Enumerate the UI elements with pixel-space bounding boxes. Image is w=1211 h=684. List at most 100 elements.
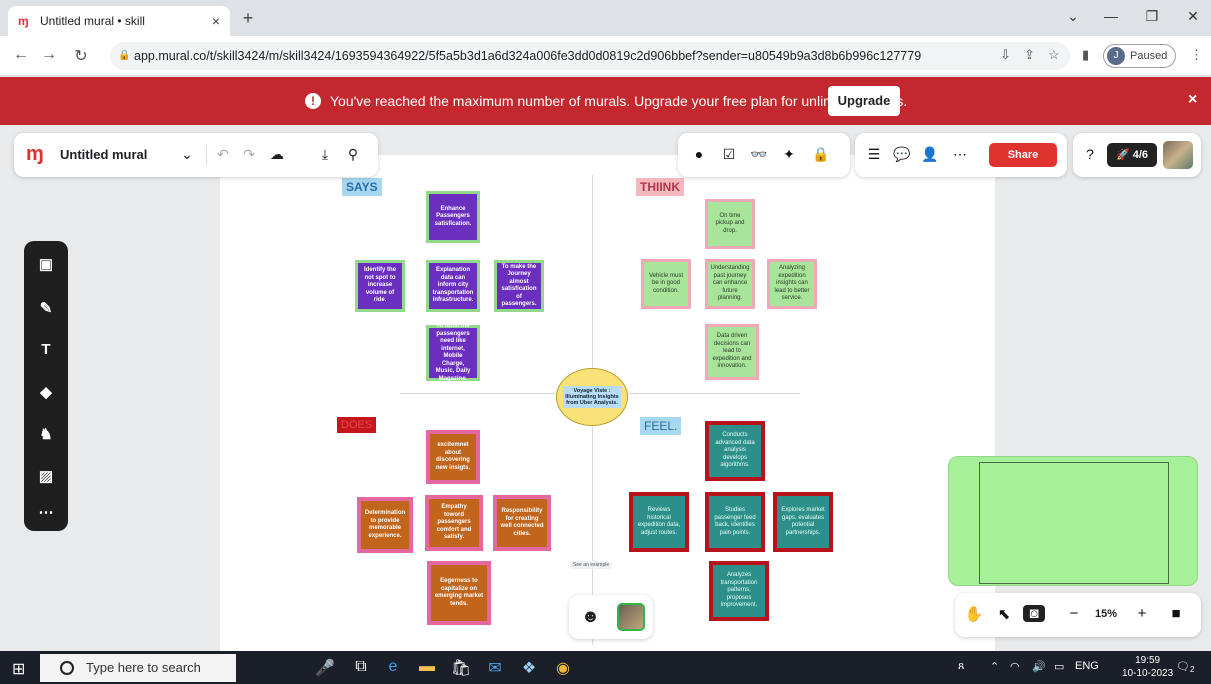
browser-menu-icon[interactable]: ⋮ <box>1190 47 1203 63</box>
redo-icon[interactable]: ↷ <box>240 146 258 163</box>
people-icon[interactable]: ጸ <box>958 660 964 673</box>
sticky-note[interactable]: Data driven decisions can lead to expedi… <box>705 324 759 380</box>
shapes-icon[interactable]: ◆ <box>24 383 68 401</box>
fit-screen-icon[interactable]: ■ <box>1165 605 1187 622</box>
close-window-button[interactable]: ✕ <box>1178 8 1208 25</box>
back-icon[interactable]: ← <box>10 46 32 64</box>
icons-llama-icon[interactable]: ♞ <box>24 425 68 443</box>
more-tools-icon[interactable]: ⋯ <box>24 503 68 521</box>
image-icon[interactable]: ▨ <box>24 467 68 485</box>
voting-icon[interactable]: ☑ <box>720 146 738 163</box>
minimize-button[interactable]: — <box>1096 8 1126 24</box>
network-icon[interactable]: ◠ <box>1010 660 1020 673</box>
sticky-note[interactable]: Vehicle must be in good condition. <box>641 259 691 309</box>
sticky-note[interactable]: Identify the not spot to increase volume… <box>355 260 405 312</box>
sticky-note[interactable]: Enhance Passengers satisfication. <box>426 191 480 243</box>
download-icon[interactable]: ⤓ <box>316 146 334 163</box>
sticky-note[interactable]: Responsibility for creating well connect… <box>493 495 551 551</box>
sticky-note[interactable]: excitemnet about discovering new insigts… <box>426 430 480 484</box>
address-bar[interactable]: 🔒 app.mural.co/t/skill3424/m/skill3424/1… <box>110 42 1070 70</box>
forward-icon[interactable]: → <box>38 46 60 64</box>
members-icon[interactable]: 👤 <box>921 146 939 163</box>
zoom-out-icon[interactable]: − <box>1063 605 1085 622</box>
sticky-note[interactable]: Determination to provide memorable exper… <box>357 497 413 553</box>
laser-pointer-icon[interactable]: ✦ <box>780 146 798 163</box>
taskbar-clock[interactable]: 19:59 10-10-2023 <box>1122 654 1173 680</box>
sticky-note-icon[interactable]: ✎ <box>24 299 68 317</box>
templates-icon[interactable]: ▣ <box>24 255 68 273</box>
undo-icon[interactable]: ↶ <box>214 146 232 163</box>
quadrant-does-label[interactable]: DOES <box>337 417 377 433</box>
sticky-note[interactable]: Eegerness to capitalize on emerging mark… <box>427 561 491 625</box>
outline-icon[interactable]: ☰ <box>865 146 883 163</box>
store-icon[interactable]: 🛍 <box>450 658 472 678</box>
user-presence-avatar[interactable] <box>617 603 645 631</box>
chrome-icon[interactable]: ◉ <box>552 658 574 678</box>
quadrant-says-label[interactable]: SAYS <box>342 178 382 196</box>
reload-icon[interactable]: ↻ <box>70 46 92 66</box>
sticky-note[interactable]: Analyzing expedition insights can lead t… <box>767 259 817 309</box>
cloud-saved-icon[interactable]: ☁ <box>268 146 286 163</box>
language-indicator[interactable]: ENG <box>1075 660 1099 672</box>
edge-icon[interactable]: e <box>382 658 404 676</box>
tray-chevron-icon[interactable]: ⌃ <box>990 660 999 673</box>
timer-icon[interactable]: ● <box>690 146 708 162</box>
lock-board-icon[interactable]: 🔒 <box>812 146 830 163</box>
tab-close-icon[interactable]: × <box>212 13 220 29</box>
help-icon[interactable]: ? <box>1081 146 1099 162</box>
install-icon[interactable]: ⇩ <box>1000 47 1011 63</box>
sticky-note[interactable]: Conducts advanced data analysis develops… <box>705 421 765 481</box>
file-explorer-icon[interactable]: ▬ <box>416 658 438 676</box>
sticky-note[interactable]: Understanding past journey can enhance f… <box>705 259 755 309</box>
private-mode-icon[interactable]: 👓 <box>750 146 768 163</box>
sticky-note[interactable]: Empathy toword passengers comfort and sa… <box>425 495 483 551</box>
microphone-icon[interactable]: 🎤 <box>314 658 336 678</box>
minimap-viewport[interactable] <box>979 462 1169 584</box>
tab-search-icon[interactable]: ⌄ <box>1058 8 1088 25</box>
hand-tool-icon[interactable]: ✋ <box>963 605 985 623</box>
maximize-button[interactable]: ❐ <box>1137 8 1167 25</box>
sticky-note[interactable]: On time pickup and drop. <box>705 199 755 249</box>
sticky-note[interactable]: Reviews historical expedition data, adju… <box>629 492 689 552</box>
quadrant-feel-label[interactable]: FEEL. <box>640 417 682 435</box>
smiley-icon[interactable]: ☻ <box>581 606 600 627</box>
zoom-in-icon[interactable]: + <box>1131 605 1153 622</box>
mural-logo-icon[interactable]: ɱ <box>26 143 44 166</box>
search-icon[interactable]: ⚲ <box>344 146 362 163</box>
minimap[interactable] <box>948 456 1198 586</box>
side-panel-icon[interactable]: ▮ <box>1082 47 1089 63</box>
sticky-note[interactable]: Studies passenger feed back, identifies … <box>705 492 765 552</box>
app-icon[interactable]: ❖ <box>518 658 540 678</box>
onboarding-progress-button[interactable]: 🚀 4/6 <box>1107 143 1157 167</box>
battery-icon[interactable]: ▭ <box>1054 660 1064 673</box>
example-chip[interactable]: See an example <box>570 561 613 569</box>
share-page-icon[interactable]: ⇪ <box>1024 47 1035 63</box>
sticky-note[interactable]: Explanation data can inform city transpo… <box>426 260 480 312</box>
volume-icon[interactable]: 🔊 <box>1032 660 1046 673</box>
windows-start-icon[interactable]: ⊞ <box>12 659 25 679</box>
user-avatar[interactable] <box>1163 141 1193 169</box>
bookmark-star-icon[interactable]: ☆ <box>1048 47 1060 63</box>
select-tool-icon[interactable]: ⬉ <box>993 605 1015 623</box>
new-tab-button[interactable]: + <box>236 8 260 29</box>
taskbar-search-box[interactable]: Type here to search <box>40 654 236 682</box>
quadrant-think-label[interactable]: THIINK <box>636 178 684 196</box>
share-button[interactable]: Share <box>989 143 1057 167</box>
profile-button[interactable]: J Paused <box>1103 44 1177 68</box>
text-icon[interactable]: T <box>24 341 68 358</box>
minimap-toggle-icon[interactable]: ◙ <box>1023 605 1045 622</box>
browser-tab[interactable]: ɱ Untitled mural • skill × <box>8 6 230 36</box>
mural-title[interactable]: Untitled mural <box>60 147 147 162</box>
comment-icon[interactable]: 💬 <box>893 146 911 163</box>
sticky-note[interactable]: Analyzes transportation patterns, propos… <box>709 561 769 621</box>
upgrade-button[interactable]: Upgrade <box>828 86 900 116</box>
mail-icon[interactable]: ✉ <box>484 658 506 678</box>
mural-canvas[interactable]: SAYS THIINK DOES FEEL. Enhance Passenger… <box>0 125 1211 651</box>
zoom-level[interactable]: 15% <box>1095 608 1117 620</box>
more-icon[interactable]: ⋯ <box>951 146 969 163</box>
sticky-note[interactable]: To fulfill the passengers need like inte… <box>426 323 480 382</box>
sticky-note[interactable]: To make the Journey almost satisfication… <box>494 260 544 312</box>
chevron-down-icon[interactable]: ⌄ <box>178 146 196 163</box>
central-topic-ellipse[interactable]: Voyage Viste : Illuminating Insights fro… <box>556 368 628 426</box>
task-view-icon[interactable]: ⧉ <box>350 658 372 676</box>
